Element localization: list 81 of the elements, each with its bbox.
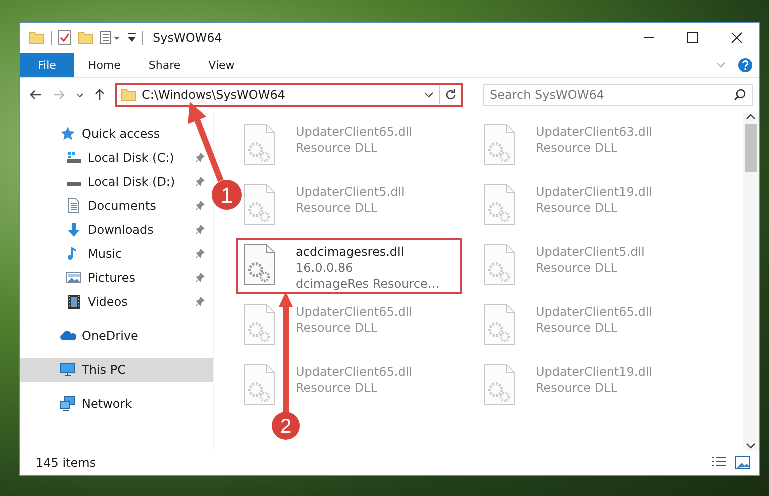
view-options-icon[interactable] bbox=[100, 31, 122, 45]
step-number-badge: 2 bbox=[272, 412, 300, 440]
file-name: UpdaterClient5.dll bbox=[536, 244, 645, 260]
file-detail: Resource DLL bbox=[536, 260, 618, 276]
sidebar-item[interactable]: Local Disk (C:) bbox=[20, 146, 213, 170]
ribbon-tab[interactable]: Home bbox=[74, 53, 135, 77]
folder-icon bbox=[121, 88, 137, 102]
properties-icon[interactable] bbox=[58, 30, 72, 46]
drive-icon bbox=[66, 182, 82, 187]
back-arrow-icon[interactable] bbox=[30, 90, 42, 100]
sidebar-item[interactable]: Network bbox=[20, 392, 213, 416]
scrollbar[interactable] bbox=[743, 112, 759, 451]
scroll-up-icon[interactable] bbox=[746, 112, 756, 122]
gear-file-icon bbox=[244, 124, 276, 166]
file-name: UpdaterClient65.dll bbox=[296, 304, 413, 320]
file-name: UpdaterClient19.dll bbox=[536, 184, 653, 200]
ribbon-tab[interactable]: Share bbox=[134, 53, 195, 77]
file-detail: Resource DLL bbox=[296, 200, 378, 216]
star-icon bbox=[60, 126, 76, 142]
sidebar-item[interactable]: Local Disk (D:) bbox=[20, 170, 213, 194]
file-name: UpdaterClient19.dll bbox=[536, 364, 653, 380]
up-arrow-icon[interactable] bbox=[95, 89, 105, 101]
monitor-icon bbox=[60, 362, 76, 378]
file-detail: 16.0.0.86 bbox=[296, 260, 354, 276]
sidebar-item[interactable]: Pictures bbox=[20, 266, 213, 290]
address-bar[interactable]: C:\Windows\SysWOW64 bbox=[115, 83, 463, 107]
file-detail: Resource DLL bbox=[296, 380, 378, 396]
sidebar-item[interactable]: Quick access bbox=[20, 122, 213, 146]
sidebar-item[interactable]: Music bbox=[20, 242, 213, 266]
sidebar-item[interactable]: OneDrive bbox=[20, 324, 213, 348]
sidebar-item[interactable]: Downloads bbox=[20, 218, 213, 242]
gear-file-icon bbox=[244, 364, 276, 406]
dropdown-caret-icon[interactable] bbox=[424, 92, 434, 98]
network-icon bbox=[60, 396, 76, 412]
file-name: UpdaterClient5.dll bbox=[296, 184, 405, 200]
file-name: UpdaterClient65.dll bbox=[296, 364, 413, 380]
file-detail: dcimageRes Resource… bbox=[296, 276, 440, 292]
recent-caret-icon[interactable] bbox=[76, 92, 84, 98]
address-path: C:\Windows\SysWOW64 bbox=[142, 88, 286, 102]
sidebar-item[interactable]: Documents bbox=[20, 194, 213, 218]
picture-icon bbox=[66, 270, 82, 286]
file-detail: Resource DLL bbox=[536, 200, 618, 216]
gear-file-icon bbox=[484, 124, 516, 166]
large-icons-view-icon[interactable] bbox=[735, 456, 751, 470]
close-icon[interactable] bbox=[731, 32, 743, 44]
file-detail: Resource DLL bbox=[536, 380, 618, 396]
gear-file-icon bbox=[244, 304, 276, 346]
sidebar-item[interactable]: Videos bbox=[20, 290, 213, 314]
gear-file-icon bbox=[244, 184, 276, 226]
gear-file-icon bbox=[484, 304, 516, 346]
film-icon bbox=[66, 294, 82, 310]
folder-icon bbox=[29, 31, 45, 45]
download-arrow-icon bbox=[66, 222, 82, 238]
drive-icon bbox=[66, 150, 82, 166]
file-detail: Resource DLL bbox=[296, 320, 378, 336]
file-detail: Resource DLL bbox=[536, 320, 618, 336]
gear-file-icon bbox=[484, 244, 516, 286]
file-detail: Resource DLL bbox=[296, 140, 378, 156]
customize-caret-icon[interactable] bbox=[128, 33, 136, 43]
document-icon bbox=[66, 198, 82, 214]
file-detail: Resource DLL bbox=[536, 140, 618, 156]
ribbon-tab[interactable]: File bbox=[20, 53, 74, 77]
maximize-icon[interactable] bbox=[687, 32, 699, 44]
gear-file-icon bbox=[244, 244, 276, 286]
file-name: UpdaterClient63.dll bbox=[536, 124, 653, 140]
scroll-down-icon[interactable] bbox=[746, 441, 756, 451]
file-item[interactable]: acdcimagesres.dll 16.0.0.86 dcimageRes Resource… bbox=[236, 238, 462, 294]
new-folder-icon bbox=[78, 31, 94, 45]
help-icon[interactable] bbox=[738, 58, 753, 72]
refresh-icon[interactable] bbox=[445, 89, 457, 101]
sidebar-item[interactable]: This PC bbox=[20, 358, 213, 382]
ribbon-tab[interactable]: View bbox=[194, 53, 249, 77]
scroll-thumb[interactable] bbox=[745, 124, 757, 172]
gear-file-icon bbox=[484, 364, 516, 406]
status-text: 145 items bbox=[36, 456, 98, 470]
file-name: UpdaterClient65.dll bbox=[536, 304, 653, 320]
file-name: acdcimagesres.dll bbox=[296, 244, 406, 260]
gear-file-icon bbox=[484, 184, 516, 226]
window-title: SysWOW64 bbox=[153, 31, 224, 45]
file-name: UpdaterClient65.dll bbox=[296, 124, 413, 140]
step-number-badge: 1 bbox=[212, 180, 242, 210]
